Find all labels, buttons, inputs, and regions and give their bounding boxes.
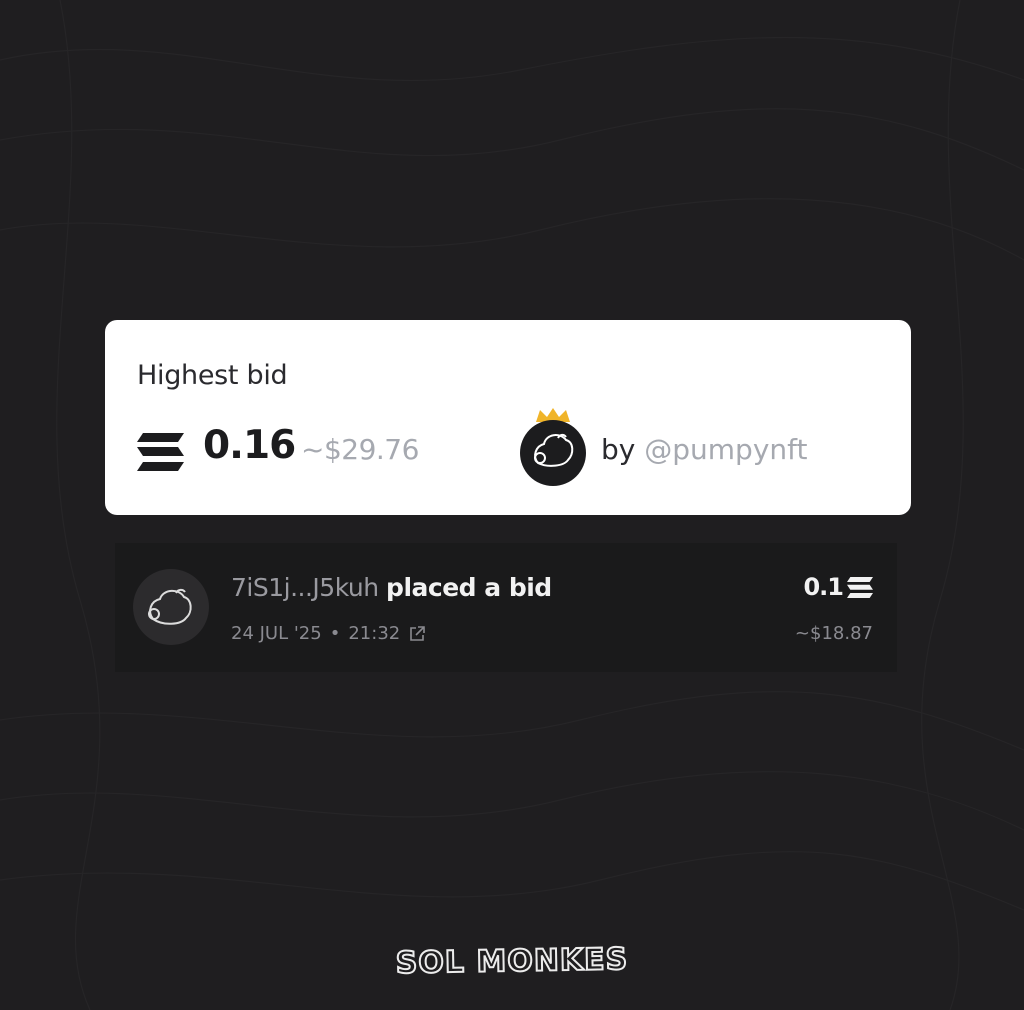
highest-bid-heading: Highest bid xyxy=(137,360,288,391)
meta-separator: • xyxy=(329,623,341,644)
highest-bid-amount: 0.16 xyxy=(203,423,296,468)
highest-bid-card: Highest bid 0.16 ~$29.76 by @pumpynft xyxy=(105,320,911,515)
activity-amount: 0.1 xyxy=(803,573,873,601)
activity-meta: 24 JUL '25 • 21:32 xyxy=(231,623,426,644)
by-label: by xyxy=(601,433,636,466)
bidder-label: by @pumpynft xyxy=(601,433,807,466)
activity-action: placed a bid xyxy=(386,573,552,602)
monke-avatar-icon xyxy=(133,569,209,645)
activity-title: 7iS1j...J5kuh placed a bid xyxy=(231,573,552,602)
solana-icon xyxy=(137,433,184,471)
solana-icon xyxy=(847,576,873,598)
activity-amount-value: 0.1 xyxy=(803,573,844,601)
external-link-icon[interactable] xyxy=(408,625,426,643)
activity-date: 24 JUL '25 xyxy=(231,623,322,644)
bidder-handle-link[interactable]: @pumpynft xyxy=(644,433,807,466)
crown-icon xyxy=(536,408,570,422)
highest-bid-usd-value: ~$29.76 xyxy=(301,433,419,466)
activity-usd-value: ~$18.87 xyxy=(794,623,873,644)
bid-activity-row[interactable]: 7iS1j...J5kuh placed a bid 24 JUL '25 • … xyxy=(115,543,897,672)
activity-time: 21:32 xyxy=(348,623,401,644)
bidder-avatar[interactable] xyxy=(518,408,588,486)
bidder-address-link[interactable]: 7iS1j...J5kuh xyxy=(231,573,379,602)
